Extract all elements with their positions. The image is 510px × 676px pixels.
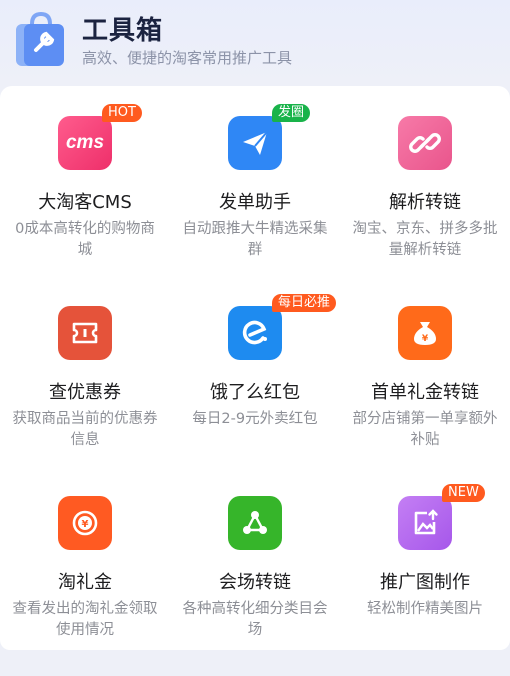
new-badge: NEW [442, 484, 485, 502]
coupon-icon [58, 306, 112, 360]
tool-desc: 每日2-9元外卖红包 [192, 411, 318, 427]
tool-dataoke-cms[interactable]: cms HOT 大淘客CMS 0成本高转化的购物商城 [0, 86, 170, 276]
paper-plane-icon: 发圈 [228, 104, 311, 170]
tool-desc: 自动跟推大牛精选采集群 [182, 221, 328, 258]
cms-icon: cms HOT [58, 104, 142, 170]
tool-post-assistant[interactable]: 发圈 发单助手 自动跟推大牛精选采集群 [170, 86, 340, 276]
tool-name: 查优惠券 [49, 382, 121, 403]
tool-first-order-bonus[interactable]: ¥ 首单礼金转链 部分店铺第一单享额外补贴 [340, 276, 510, 466]
tool-desc: 部分店铺第一单享额外补贴 [352, 411, 498, 448]
tool-name: 会场转链 [219, 572, 291, 593]
tool-name: 解析转链 [389, 192, 461, 213]
tool-eleme-redpacket[interactable]: 每日必推 饿了么红包 每日2-9元外卖红包 [170, 276, 340, 466]
header: 工具箱 高效、便捷的淘客常用推广工具 [0, 0, 510, 86]
svg-text:¥: ¥ [422, 334, 429, 344]
eleme-icon: 每日必推 [228, 294, 337, 360]
tool-desc: 0成本高转化的购物商城 [15, 221, 155, 258]
tool-desc: 获取商品当前的优惠券信息 [12, 411, 158, 448]
svg-text:¥: ¥ [82, 519, 89, 530]
link-icon [398, 116, 452, 170]
tool-taolijin[interactable]: ¥ 淘礼金 查看发出的淘礼金领取使用情况 [0, 466, 170, 656]
tool-name: 饿了么红包 [210, 382, 300, 403]
tool-desc: 查看发出的淘礼金领取使用情况 [12, 601, 158, 638]
money-bag-icon: ¥ [398, 306, 452, 360]
moments-badge: 发圈 [272, 104, 311, 122]
tool-name: 首单礼金转链 [371, 382, 479, 403]
tools-card: cms HOT 大淘客CMS 0成本高转化的购物商城 发圈 发单助手 自动跟推大… [0, 86, 510, 650]
page-title: 工具箱 [82, 16, 164, 46]
page-subtitle: 高效、便捷的淘客常用推广工具 [82, 49, 293, 67]
image-upload-icon: NEW [398, 484, 485, 550]
tool-name: 淘礼金 [58, 572, 112, 593]
tool-coupon-lookup[interactable]: 查优惠券 获取商品当前的优惠券信息 [0, 276, 170, 466]
tool-name: 发单助手 [219, 192, 291, 213]
tool-promo-image[interactable]: NEW 推广图制作 轻松制作精美图片 [340, 466, 510, 656]
hot-badge: HOT [102, 104, 142, 122]
daily-pick-badge: 每日必推 [272, 294, 337, 312]
tool-venue-link[interactable]: 会场转链 各种高转化细分类目会场 [170, 466, 340, 656]
tool-name: 推广图制作 [380, 572, 470, 593]
tool-desc: 轻松制作精美图片 [367, 601, 483, 617]
share-nodes-icon [228, 496, 282, 550]
tool-name: 大淘客CMS [38, 192, 132, 213]
toolbox-bag-icon [16, 11, 64, 66]
tool-desc: 各种高转化细分类目会场 [182, 601, 328, 638]
tool-link-convert[interactable]: 解析转链 淘宝、京东、拼多多批量解析转链 [340, 86, 510, 276]
yuan-coin-icon: ¥ [58, 496, 112, 550]
tool-desc: 淘宝、京东、拼多多批量解析转链 [352, 221, 498, 258]
